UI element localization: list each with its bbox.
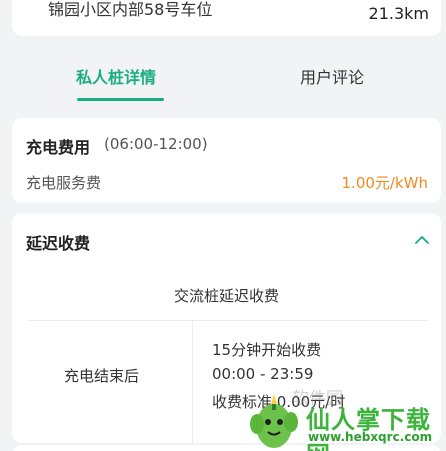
tab-private-pile-details[interactable]: 私人桩详情 [76, 64, 156, 88]
delay-rule-start: 15分钟开始收费 [212, 341, 322, 359]
detail-tabs: 私人桩详情 用户评论 [0, 50, 446, 110]
location-distance: 21.3km [368, 4, 429, 23]
table-divider [192, 321, 193, 444]
cactus-logo-icon [250, 394, 298, 448]
service-fee-value: 1.00元/kWh [341, 174, 428, 192]
chevron-up-icon[interactable] [415, 233, 429, 247]
active-tab-indicator [77, 98, 164, 101]
charging-fee-card: 充电费用 (06:00-12:00) 充电服务费 1.00元/kWh [12, 118, 441, 203]
charging-fee-time: (06:00-12:00) [104, 135, 208, 153]
watermark-url: www.hebxqrc.com [308, 430, 433, 444]
service-fee-label: 充电服务费 [26, 174, 102, 192]
tab-user-reviews[interactable]: 用户评论 [300, 64, 364, 88]
watermark: 软件园 仙人掌下载网 www.hebxqrc.com [240, 378, 446, 451]
delay-fee-title: 延迟收费 [26, 234, 91, 253]
ac-pile-delay-subtitle: 交流桩延迟收费 [173, 287, 279, 305]
charging-fee-title: 充电费用 [26, 138, 91, 157]
location-address: 锦园小区内部58号车位 [48, 0, 213, 19]
delay-condition: 充电结束后 [64, 367, 140, 385]
location-card: 锦园小区内部58号车位 21.3km [12, 0, 441, 36]
